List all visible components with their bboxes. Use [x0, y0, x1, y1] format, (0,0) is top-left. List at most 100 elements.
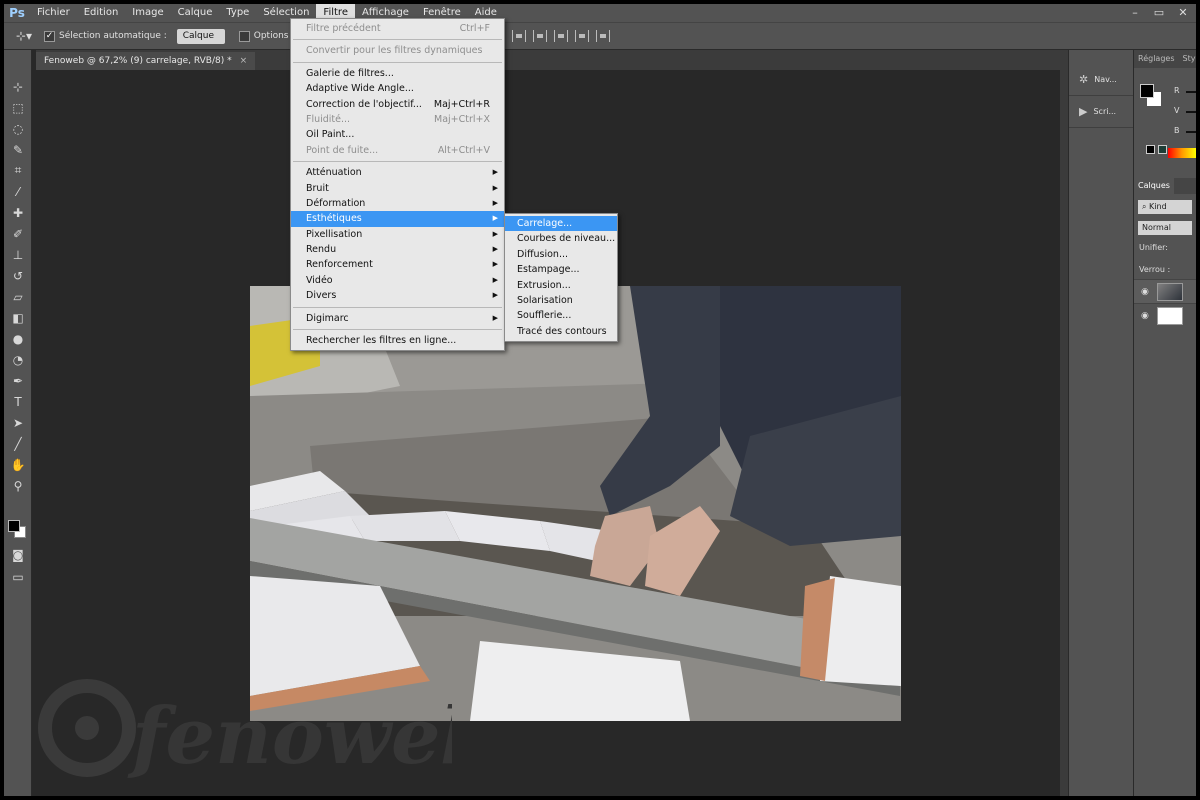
- dodge-tool-icon[interactable]: ◔: [4, 349, 32, 370]
- blur-tool-icon[interactable]: ●: [4, 328, 32, 349]
- small-background-swatch[interactable]: [1158, 145, 1167, 154]
- blend-mode-dropdown[interactable]: Normal: [1138, 221, 1192, 235]
- menu-fichier[interactable]: Fichier: [30, 4, 77, 22]
- stylize-submenu-item[interactable]: Soufflerie...: [505, 308, 617, 323]
- eraser-tool-icon[interactable]: ▱: [4, 286, 32, 307]
- stylize-submenu-item[interactable]: Estampage...: [505, 262, 617, 277]
- stylize-submenu-item[interactable]: Diffusion...: [505, 247, 617, 262]
- filter-menu-item[interactable]: Divers ▶: [291, 288, 504, 303]
- menu-type[interactable]: Type: [219, 4, 256, 22]
- menu-edition[interactable]: Edition: [77, 4, 126, 22]
- green-channel-label: V: [1174, 106, 1180, 115]
- menu-image[interactable]: Image: [125, 4, 170, 22]
- gradient-tool-icon[interactable]: ◧: [4, 307, 32, 328]
- stylize-submenu-item[interactable]: Solarisation: [505, 293, 617, 308]
- menu-separator: [293, 161, 502, 163]
- window-controls: – ▭ ✕: [1126, 4, 1192, 22]
- filter-menu-item[interactable]: Pixellisation ▶: [291, 227, 504, 242]
- navigator-panel-button[interactable]: ✲ Nav...: [1069, 64, 1133, 96]
- red-channel-slider[interactable]: [1186, 91, 1196, 93]
- stylize-submenu-item[interactable]: Tracé des contours: [505, 324, 617, 339]
- filter-menu-item[interactable]: Rechercher les filtres en ligne...: [291, 333, 504, 348]
- filter-menu-item[interactable]: Atténuation ▶: [291, 165, 504, 180]
- maximize-button[interactable]: ▭: [1150, 6, 1168, 20]
- layer-thumbnail: [1157, 306, 1183, 325]
- move-tool-icon[interactable]: ⊹: [4, 76, 32, 97]
- crop-tool-icon[interactable]: ⌗: [4, 160, 32, 181]
- brush-tool-icon[interactable]: ✐: [4, 223, 32, 244]
- blue-channel-slider[interactable]: [1186, 131, 1196, 133]
- color-panel-foreground-swatch[interactable]: [1140, 84, 1154, 98]
- filter-menu-item: Fluidité... Maj+Ctrl+X: [291, 112, 504, 127]
- quick-select-tool-icon[interactable]: ✎: [4, 139, 32, 160]
- green-channel-slider[interactable]: [1186, 111, 1196, 113]
- filter-menu-item: Filtre précédent Ctrl+F: [291, 21, 504, 36]
- zoom-tool-icon[interactable]: ⚲: [4, 475, 32, 496]
- filter-menu-item[interactable]: Rendu ▶: [291, 242, 504, 257]
- filter-menu-item[interactable]: Renforcement ▶: [291, 257, 504, 272]
- color-spectrum-bar[interactable]: [1168, 148, 1196, 158]
- filter-menu-item-label: Adaptive Wide Angle...: [306, 83, 414, 95]
- filter-menu-item: Point de fuite... Alt+Ctrl+V: [291, 143, 504, 158]
- scripts-panel-button[interactable]: ▶ Scri...: [1069, 96, 1133, 128]
- move-tool-preset-icon[interactable]: ⊹▾: [16, 29, 44, 43]
- menu-calque[interactable]: Calque: [171, 4, 220, 22]
- minimize-button[interactable]: –: [1126, 6, 1144, 20]
- filter-menu-item[interactable]: Galerie de filtres...: [291, 66, 504, 81]
- stylize-submenu-item[interactable]: Courbes de niveau...: [505, 231, 617, 246]
- document-tab[interactable]: Fenoweb @ 67,2% (9) carrelage, RVB/8) * …: [36, 52, 256, 70]
- quick-mask-icon[interactable]: ◙: [4, 544, 32, 565]
- hand-tool-icon[interactable]: ✋: [4, 454, 32, 475]
- align-top-icon[interactable]: [533, 30, 547, 42]
- history-brush-icon[interactable]: ↺: [4, 265, 32, 286]
- red-channel-label: R: [1174, 86, 1180, 95]
- type-tool-icon[interactable]: T: [4, 391, 32, 412]
- eye-icon[interactable]: ◉: [1141, 311, 1151, 321]
- auto-select-label: Sélection automatique :: [59, 31, 167, 41]
- menu-bar: Ps Fichier Edition Image Calque Type Sélectio…: [4, 4, 1196, 22]
- foreground-color-swatch[interactable]: [8, 520, 20, 532]
- filter-menu-item[interactable]: Adaptive Wide Angle...: [291, 81, 504, 96]
- auto-select-checkbox[interactable]: ✓: [44, 30, 55, 42]
- healing-brush-icon[interactable]: ✚: [4, 202, 32, 223]
- navigator-label: Nav...: [1094, 75, 1117, 84]
- auto-select-dropdown[interactable]: Calque: [176, 28, 225, 44]
- pen-tool-icon[interactable]: ✒: [4, 370, 32, 391]
- layer-row[interactable]: ◉: [1134, 279, 1196, 303]
- filter-menu-item[interactable]: Esthétiques ▶: [291, 211, 504, 227]
- close-button[interactable]: ✕: [1174, 6, 1192, 20]
- filter-menu-item-label: Filtre précédent: [306, 23, 381, 34]
- transform-controls-checkbox[interactable]: [238, 30, 250, 42]
- filter-menu-item[interactable]: Déformation ▶: [291, 196, 504, 211]
- stylize-submenu-item[interactable]: Carrelage...: [505, 216, 617, 232]
- filter-menu-item[interactable]: Bruit ▶: [291, 181, 504, 196]
- screen-mode-icon[interactable]: ▭: [4, 566, 32, 587]
- layer-row[interactable]: ◉: [1134, 303, 1196, 327]
- tab-styles[interactable]: Styl: [1179, 50, 1197, 68]
- filter-menu-item[interactable]: Correction de l'objectif... Maj+Ctrl+R: [291, 97, 504, 112]
- lasso-tool-icon[interactable]: ◌: [4, 118, 32, 139]
- filter-menu-item-label: Rechercher les filtres en ligne...: [306, 335, 457, 347]
- eyedropper-tool-icon[interactable]: ⁄: [4, 181, 32, 202]
- path-select-icon[interactable]: ➤: [4, 412, 32, 433]
- tab-adjustments[interactable]: Réglages: [1134, 50, 1179, 68]
- eye-icon[interactable]: ◉: [1141, 287, 1151, 297]
- filter-menu-item[interactable]: Oil Paint...: [291, 127, 504, 142]
- line-tool-icon[interactable]: ╱: [4, 433, 32, 454]
- align-bottom-icon[interactable]: [575, 30, 589, 42]
- marquee-tool-icon[interactable]: ⬚: [4, 97, 32, 118]
- filter-menu-shortcut: Maj+Ctrl+R: [433, 98, 490, 110]
- filter-menu-item-label: Point de fuite...: [306, 144, 379, 156]
- menu-separator: [293, 329, 502, 331]
- small-foreground-swatch[interactable]: [1146, 145, 1155, 154]
- filter-menu-item[interactable]: Vidéo ▶: [291, 273, 504, 288]
- tab-close-icon[interactable]: ×: [240, 52, 248, 70]
- clone-stamp-icon[interactable]: ⊥: [4, 244, 32, 265]
- distribute-icon[interactable]: [596, 30, 610, 42]
- filter-menu-item[interactable]: Digimarc ▶: [291, 311, 504, 326]
- stylize-submenu-item[interactable]: Extrusion...: [505, 278, 617, 293]
- align-left-icon[interactable]: [512, 30, 526, 42]
- tab-layers[interactable]: Calques: [1134, 178, 1174, 194]
- layer-filter-dropdown[interactable]: ⌕ Kind: [1138, 200, 1192, 214]
- align-vcenter-icon[interactable]: [554, 30, 568, 42]
